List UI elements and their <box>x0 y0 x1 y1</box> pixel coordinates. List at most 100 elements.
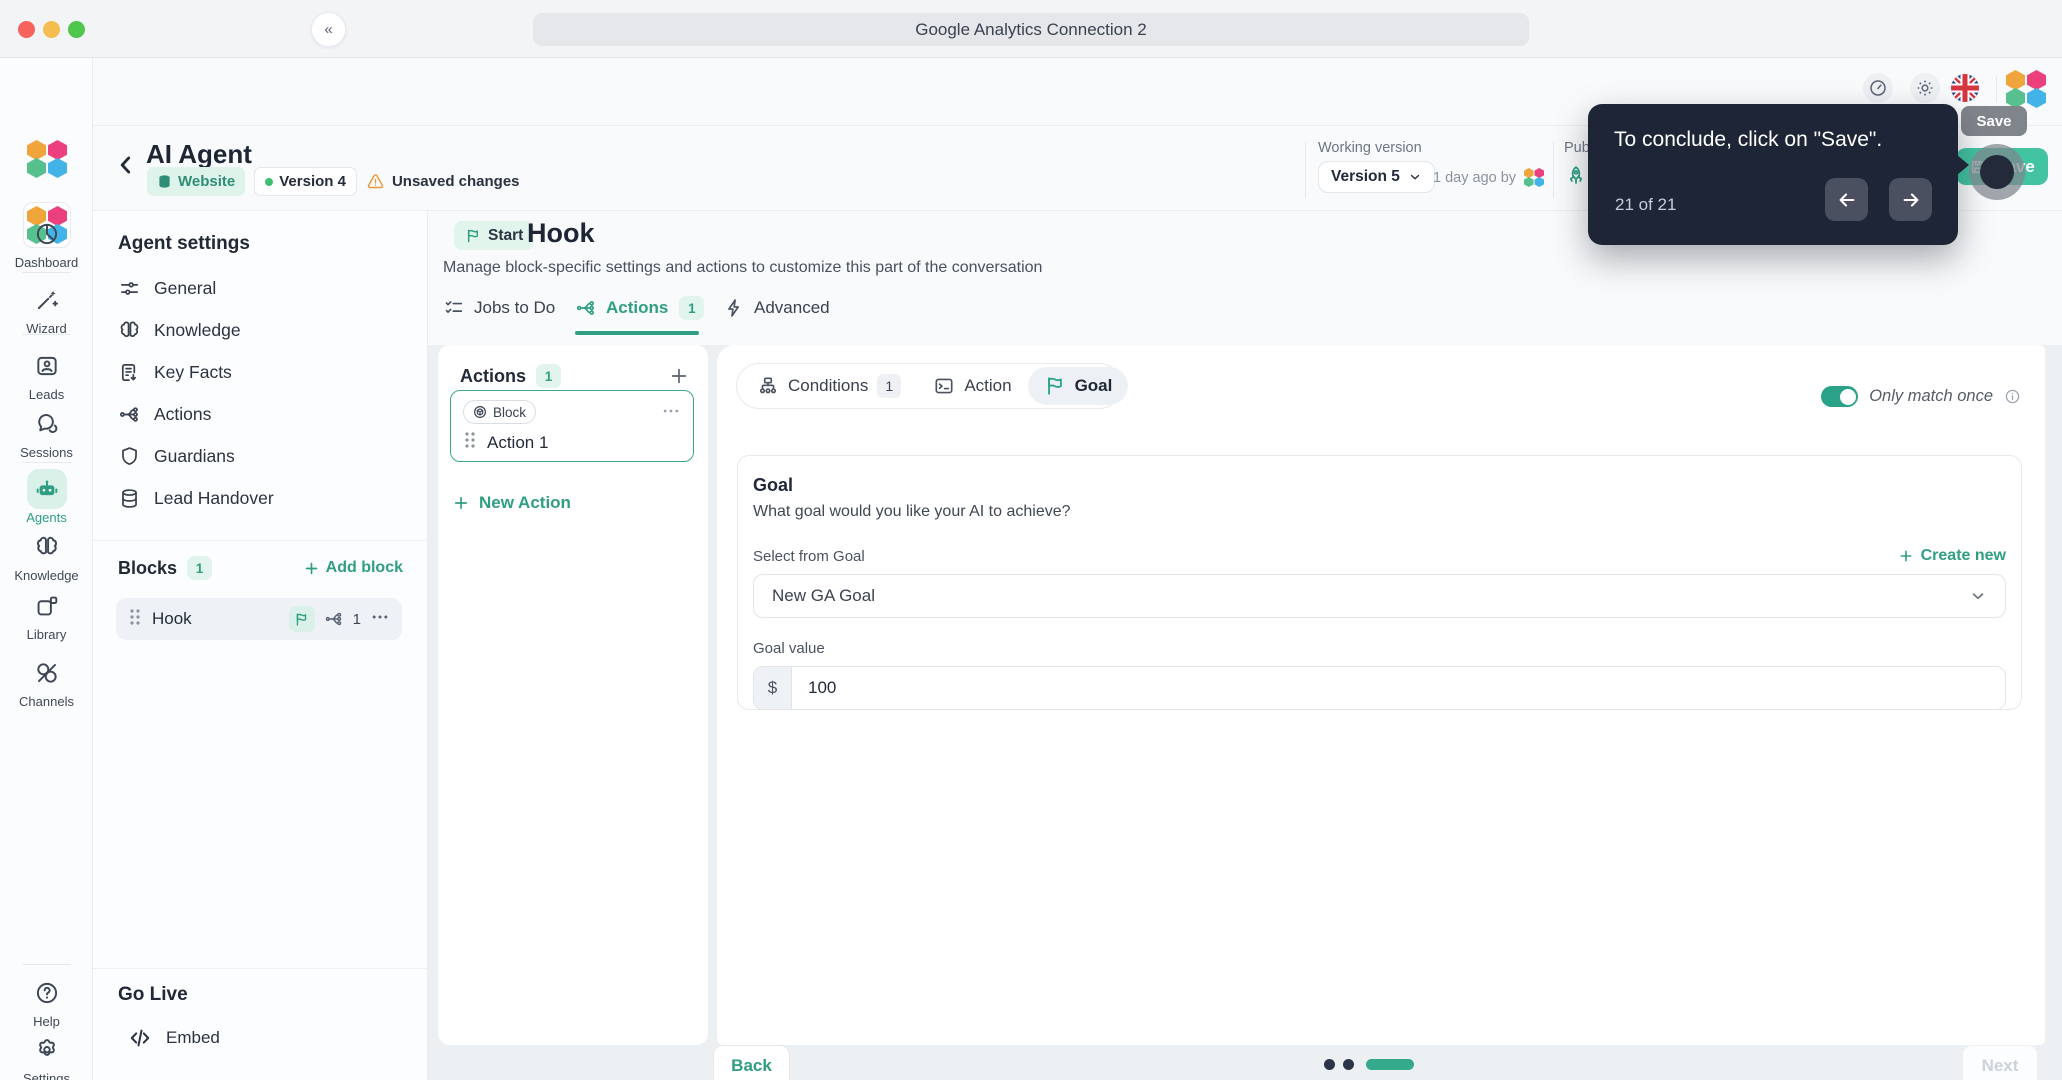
agent-badges: Website Version 4 Unsaved changes <box>147 167 520 196</box>
tour-next-button[interactable] <box>1889 178 1932 221</box>
shield-icon <box>118 445 141 468</box>
workspace-logo[interactable] <box>27 140 67 178</box>
block-row-hook[interactable]: Hook 1 <box>116 598 402 640</box>
speedometer-icon <box>1868 78 1888 98</box>
chevron-down-icon <box>1969 587 1987 605</box>
status-dot <box>265 177 274 186</box>
settings-item-key-facts[interactable]: Key Facts <box>118 357 232 387</box>
active-tab-underline <box>575 331 699 335</box>
icon-rail: Dashboard Wizard Leads Sessions Agents K… <box>0 58 93 1080</box>
segment-goal[interactable]: Goal <box>1027 367 1129 405</box>
profile-logo[interactable] <box>2006 70 2046 108</box>
rule-step-switcher: Conditions 1 Action Goal <box>736 363 1129 409</box>
goal-value-input[interactable]: $ 100 <box>753 666 2006 710</box>
block-name: Hook <box>152 609 192 628</box>
action-name: Action 1 <box>487 432 549 452</box>
conditions-count-badge: 1 <box>877 374 902 398</box>
close-window-button[interactable] <box>18 21 35 38</box>
rail-divider <box>22 334 71 335</box>
action-more-options-icon[interactable] <box>661 401 681 426</box>
tour-previous-button[interactable] <box>1825 178 1868 221</box>
language-button[interactable] <box>1951 74 1979 107</box>
blocks-count-badge: 1 <box>187 556 213 580</box>
segment-action[interactable]: Action <box>917 367 1027 405</box>
tab-advanced[interactable]: Advanced <box>723 293 830 323</box>
divider <box>1996 76 1997 102</box>
block-subtitle: Manage block-specific settings and actio… <box>443 259 1043 276</box>
tour-tooltip: To conclude, click on "Save". 21 of 21 <box>1588 104 1969 245</box>
sidebar-item-wizard[interactable]: Wizard <box>0 280 93 336</box>
goal-select[interactable]: New GA Goal <box>753 574 2006 618</box>
sitemap-icon <box>757 375 779 397</box>
question-circle-icon <box>27 973 67 1013</box>
brain-icon <box>27 527 67 567</box>
theme-button[interactable] <box>1910 73 1940 103</box>
drag-handle-icon[interactable] <box>128 608 142 631</box>
back-button[interactable]: Back <box>713 1045 790 1080</box>
version-badge: Version 4 <box>254 167 357 196</box>
create-new-goal-button[interactable]: Create new <box>1898 547 2006 565</box>
select-goal-label: Select from Goal <box>753 547 865 565</box>
new-action-button[interactable]: New Action <box>452 493 571 513</box>
start-flag-icon <box>288 606 315 632</box>
sidebar-item-help[interactable]: Help <box>0 973 93 1029</box>
brain-icon <box>118 319 141 342</box>
code-icon <box>128 1026 152 1050</box>
segment-conditions[interactable]: Conditions 1 <box>741 367 917 405</box>
blocks-title: Blocks <box>118 557 178 578</box>
settings-item-guardians[interactable]: Guardians <box>118 441 235 471</box>
drag-handle-icon[interactable] <box>463 431 477 454</box>
author-logo <box>1524 168 1545 188</box>
usage-meter-button[interactable] <box>1863 73 1893 103</box>
minimize-window-button[interactable] <box>43 21 60 38</box>
sidebar-item-agents[interactable]: Agents <box>0 469 93 525</box>
sidebar-item-channels[interactable]: Channels <box>0 653 93 709</box>
block-tag: Block <box>463 400 537 424</box>
action-card[interactable]: Block Action 1 <box>450 390 694 462</box>
collapse-panel-button[interactable]: « <box>311 12 346 47</box>
only-match-once-toggle[interactable] <box>1821 386 1859 407</box>
browser-tab[interactable]: Google Analytics Connection 2 <box>533 13 1529 46</box>
working-version-label: Working version <box>1318 140 1422 156</box>
settings-item-knowledge[interactable]: Knowledge <box>118 315 241 345</box>
panel-title: Agent settings <box>118 233 250 254</box>
currency-prefix: $ <box>754 667 792 709</box>
macos-titlebar: Google Analytics Connection 2 <box>0 0 2062 58</box>
sidebar-item-leads[interactable]: Leads <box>0 346 93 402</box>
zoom-window-button[interactable] <box>68 21 85 38</box>
agent-settings-panel: Agent settings General Knowledge Key Fac… <box>93 211 428 1080</box>
divider <box>1553 142 1554 198</box>
next-button[interactable]: Next <box>1962 1045 2038 1080</box>
sidebar-item-dashboard[interactable]: Dashboard <box>0 214 93 270</box>
version-meta: 1 day ago by <box>1433 168 1545 188</box>
tab-jobs-to-do[interactable]: Jobs to Do <box>443 293 555 323</box>
add-action-button[interactable] <box>668 365 690 387</box>
version-select[interactable]: Version 5 <box>1318 161 1435 193</box>
embed-item[interactable]: Embed <box>128 1026 220 1050</box>
magic-wand-icon <box>27 280 67 320</box>
more-options-icon[interactable] <box>370 607 390 632</box>
sidebar-item-library[interactable]: Library <box>0 586 93 642</box>
info-icon[interactable] <box>2004 388 2021 405</box>
tab-actions[interactable]: Actions 1 <box>575 293 705 323</box>
back-navigation-button[interactable] <box>113 150 139 180</box>
match-once-control: Only match once <box>1821 386 2021 407</box>
flag-icon <box>1044 375 1066 397</box>
settings-item-general[interactable]: General <box>118 273 216 303</box>
add-block-button[interactable]: Add block <box>303 559 403 577</box>
sidebar-item-knowledge[interactable]: Knowledge <box>0 527 93 583</box>
goal-select-value: New GA Goal <box>772 586 875 605</box>
checklist-icon <box>443 297 465 319</box>
lightning-icon <box>723 297 745 319</box>
settings-item-lead-handover[interactable]: Lead Handover <box>118 483 274 513</box>
platform-badge: Website <box>147 167 246 196</box>
contact-card-icon <box>27 346 67 386</box>
rail-divider <box>22 964 71 965</box>
divider <box>93 540 428 541</box>
arrow-right-icon <box>1900 189 1922 211</box>
sidebar-item-settings[interactable]: Settings <box>0 1030 93 1080</box>
divider <box>93 968 428 969</box>
sidebar-item-sessions[interactable]: Sessions <box>0 404 93 460</box>
double-chevron-left-icon: « <box>324 21 333 38</box>
settings-item-actions[interactable]: Actions <box>118 399 211 429</box>
